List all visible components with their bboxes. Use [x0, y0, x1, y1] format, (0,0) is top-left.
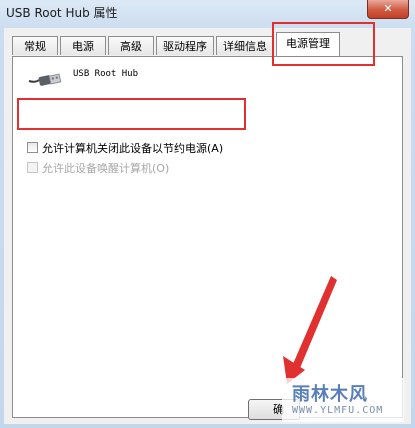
- watermark-url: WWW.YLMFU.COM: [292, 405, 384, 416]
- tab-power-management[interactable]: 电源管理: [276, 32, 340, 56]
- watermark-title: 雨林木风: [292, 384, 368, 405]
- site-watermark: 雨林木风 WWW.YLMFU.COM: [282, 378, 404, 422]
- properties-window: USB Root Hub 属性 ✕ 常规 电源 高级 驱动程序 详细信息 电源管…: [0, 0, 415, 428]
- annotation-arrow: [283, 276, 337, 384]
